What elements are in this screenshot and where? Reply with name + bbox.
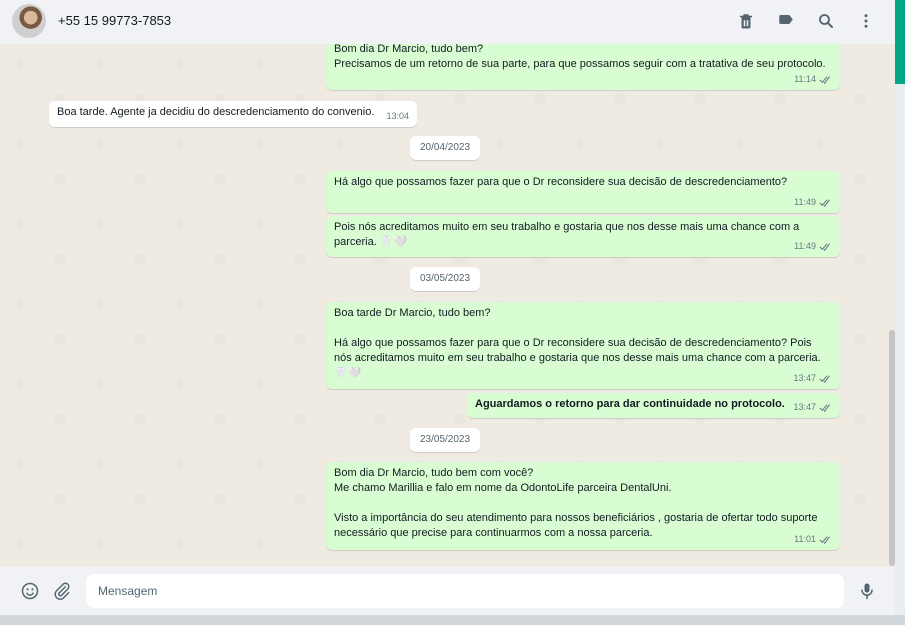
message-outgoing[interactable]: Bom dia Dr Marcio, tudo bem com você? Me… xyxy=(326,462,840,550)
message-meta: 13:04 xyxy=(386,109,409,124)
date-separator: 23/05/2023 xyxy=(410,428,481,452)
right-panel-edge xyxy=(895,0,905,625)
message-time: 11:14 xyxy=(794,74,816,84)
window-bottom-edge xyxy=(0,615,905,625)
emoji-icon[interactable] xyxy=(20,581,40,601)
label-icon[interactable] xyxy=(777,12,795,30)
contact-name[interactable]: +55 15 99773-7853 xyxy=(58,13,171,28)
message-outgoing[interactable]: Aguardamos o retorno para dar continuida… xyxy=(467,393,840,418)
message-meta: 11:14 xyxy=(794,72,832,87)
message-time: 11:49 xyxy=(794,241,816,251)
date-separator: 03/05/2023 xyxy=(410,267,481,291)
delete-icon[interactable] xyxy=(737,12,755,30)
message-text: Bom dia Dr Marcio, tudo bem? Precisamos … xyxy=(334,44,826,70)
message-text: Boa tarde Dr Marcio, tudo bem? Há algo q… xyxy=(334,307,821,379)
date-separator: 20/04/2023 xyxy=(410,136,481,160)
chat-header: +55 15 99773-7853 xyxy=(0,0,895,45)
message-time: 13:47 xyxy=(793,402,816,412)
message-time: 11:01 xyxy=(794,534,816,544)
message-text: Aguardamos o retorno para dar continuida… xyxy=(475,398,785,410)
double-check-icon xyxy=(819,404,830,412)
message-outgoing[interactable]: Bom dia Dr Marcio, tudo bem? Precisamos … xyxy=(326,44,840,90)
double-check-icon xyxy=(819,375,830,383)
message-input[interactable] xyxy=(86,574,844,608)
mic-icon[interactable] xyxy=(857,581,877,601)
message-outgoing[interactable]: Pois nós acreditamos muito em seu trabal… xyxy=(326,216,840,257)
accent-bar xyxy=(895,0,905,84)
message-list[interactable]: Bom dia Dr Marcio, tudo bem? Precisamos … xyxy=(0,44,895,567)
message-text: Bom dia Dr Marcio, tudo bem com você? Me… xyxy=(334,467,818,539)
message-time: 11:49 xyxy=(794,197,816,207)
double-check-icon xyxy=(819,243,830,251)
message-time: 13:04 xyxy=(386,111,409,121)
message-text: Pois nós acreditamos muito em seu trabal… xyxy=(334,221,803,248)
message-meta: 11:49 xyxy=(794,239,832,254)
message-meta: 13:47 xyxy=(793,400,832,415)
attach-icon[interactable] xyxy=(52,581,72,601)
message-text: Há algo que possamos fazer para que o Dr… xyxy=(334,176,788,188)
contact-avatar[interactable] xyxy=(12,4,46,38)
message-meta: 11:01 xyxy=(794,532,832,547)
message-outgoing[interactable]: Há algo que possamos fazer para que o Dr… xyxy=(326,171,840,213)
message-meta: 11:49 xyxy=(794,195,832,210)
message-outgoing[interactable]: Boa tarde Dr Marcio, tudo bem? Há algo q… xyxy=(326,302,840,389)
message-incoming[interactable]: Boa tarde. Agente ja decidiu do descrede… xyxy=(49,101,417,127)
double-check-icon xyxy=(819,199,830,207)
message-text: Boa tarde. Agente ja decidiu do descrede… xyxy=(57,106,375,118)
more-vert-icon[interactable] xyxy=(857,12,875,30)
message-time: 13:47 xyxy=(793,373,816,383)
search-icon[interactable] xyxy=(817,12,835,30)
message-meta: 13:47 xyxy=(793,371,832,386)
composer-bar xyxy=(0,567,895,615)
double-check-icon xyxy=(819,76,830,84)
double-check-icon xyxy=(819,536,830,544)
